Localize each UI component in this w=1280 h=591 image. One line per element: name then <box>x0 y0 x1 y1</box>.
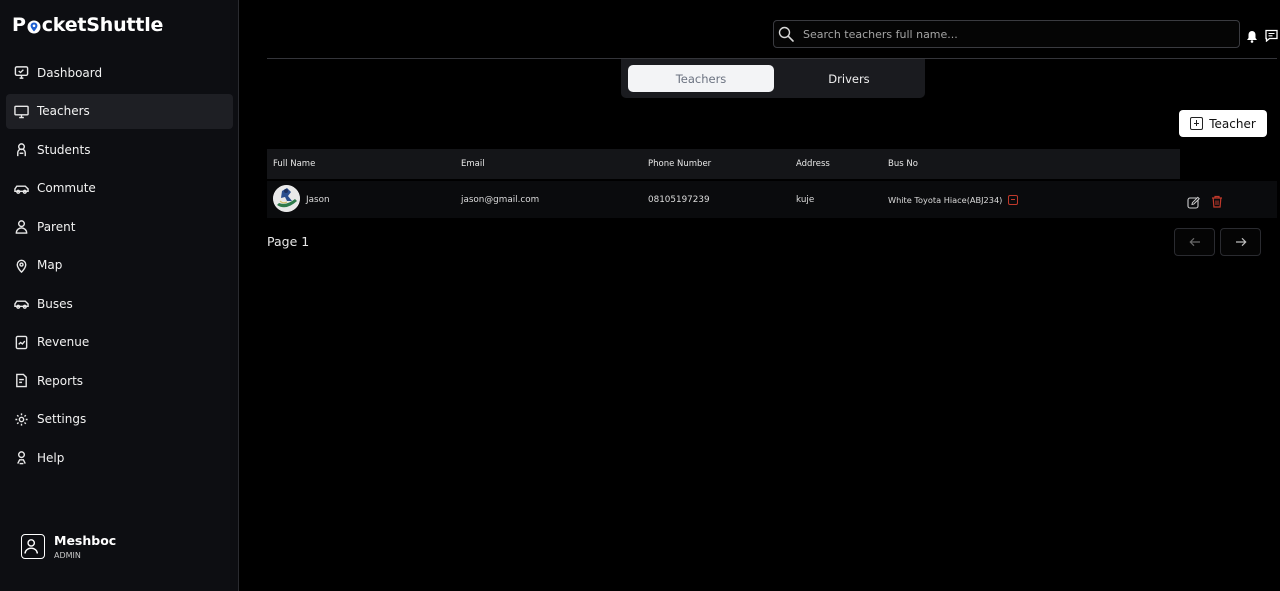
location-pin-logo-icon <box>27 18 41 34</box>
add-teacher-button[interactable]: Teacher <box>1179 110 1267 137</box>
column-header-bus-no: Bus No <box>888 159 918 169</box>
edit-icon[interactable] <box>1187 194 1200 209</box>
next-page-button[interactable] <box>1220 228 1261 256</box>
column-header-actions <box>1180 149 1277 179</box>
sidebar-item-label: Revenue <box>37 335 90 349</box>
map-pin-icon <box>13 257 29 273</box>
sidebar-item-label: Map <box>37 258 63 272</box>
search-input[interactable] <box>803 27 1239 41</box>
sidebar-item-label: Parent <box>37 219 76 234</box>
column-header-full-name: Full Name <box>273 159 316 169</box>
cell-full-name: Jason <box>306 195 330 205</box>
help-icon <box>13 450 29 466</box>
reports-icon <box>13 373 29 389</box>
column-header-address: Address <box>796 159 830 169</box>
message-icon[interactable] <box>1265 27 1278 43</box>
profile-name: Meshboc <box>54 533 117 548</box>
sidebar-item-label: Settings <box>37 412 87 426</box>
bus-no-text: White Toyota Hiace(ABJ234) <box>888 195 1003 205</box>
tab-teachers[interactable]: Teachers <box>628 65 774 92</box>
page-indicator: Page 1 <box>267 234 310 249</box>
sidebar-item-teachers[interactable]: Teachers <box>6 93 233 129</box>
sidebar-item-reports[interactable]: Reports <box>6 363 233 398</box>
arrow-left-icon <box>1188 237 1200 247</box>
table-row[interactable]: Jason jason@gmail.com 08105197239 kuje W… <box>267 181 1277 218</box>
sidebar: P cketShuttle Dashboard Teachers Student… <box>0 0 239 591</box>
tab-switcher: Teachers Drivers <box>621 59 925 98</box>
arrow-right-icon <box>1235 237 1247 247</box>
sidebar-item-label: Help <box>37 450 65 465</box>
sidebar-item-label: Commute <box>37 181 96 195</box>
plus-icon <box>1190 117 1204 130</box>
column-header-phone: Phone Number <box>648 159 712 169</box>
add-teacher-label: Teacher <box>1209 116 1256 131</box>
sidebar-nav: Dashboard Teachers Students Commute Pare… <box>6 55 233 479</box>
table-header: Full Name Email Phone Number Address Bus… <box>267 149 1277 179</box>
teacher-avatar <box>273 185 300 212</box>
previous-page-button[interactable] <box>1174 228 1215 256</box>
remove-bus-icon[interactable] <box>1008 194 1019 205</box>
cell-bus-no: White Toyota Hiace(ABJ234) <box>888 194 1019 206</box>
bell-icon[interactable] <box>1246 28 1258 43</box>
student-icon <box>13 142 29 158</box>
sidebar-item-label: Students <box>37 142 91 157</box>
cell-phone: 08105197239 <box>648 195 710 205</box>
sidebar-item-buses[interactable]: Buses <box>6 286 233 321</box>
brand-logo[interactable]: P cketShuttle <box>12 14 163 36</box>
trash-icon[interactable] <box>1211 193 1223 208</box>
sidebar-item-students[interactable]: Students <box>6 132 233 167</box>
user-profile[interactable]: Meshboc ADMIN <box>21 533 116 560</box>
sidebar-item-label: Teachers <box>37 104 90 118</box>
avatar-icon <box>21 534 45 559</box>
cell-email: jason@gmail.com <box>461 195 540 205</box>
sidebar-item-label: Buses <box>37 296 73 311</box>
sidebar-item-parent[interactable]: Parent <box>6 209 233 244</box>
sidebar-item-label: Reports <box>37 373 84 388</box>
column-header-email: Email <box>461 159 485 169</box>
sidebar-item-map[interactable]: Map <box>6 248 233 283</box>
tab-drivers[interactable]: Drivers <box>776 65 922 92</box>
brand-text-start: P <box>12 14 26 36</box>
sidebar-item-commute[interactable]: Commute <box>6 171 233 206</box>
gear-icon <box>13 411 29 427</box>
revenue-icon <box>13 334 29 350</box>
search-icon <box>777 25 795 43</box>
screen-icon <box>13 103 29 119</box>
person-icon <box>13 219 29 235</box>
cell-address: kuje <box>796 195 815 205</box>
sidebar-item-label: Dashboard <box>37 65 103 80</box>
car-icon <box>13 180 29 196</box>
sidebar-item-settings[interactable]: Settings <box>6 402 233 437</box>
search-bar <box>773 20 1240 48</box>
brand-text-end: cketShuttle <box>41 14 164 36</box>
profile-role: ADMIN <box>54 551 81 560</box>
sidebar-item-help[interactable]: Help <box>6 440 233 475</box>
monitor-icon <box>13 65 29 81</box>
bus-icon <box>13 296 29 312</box>
sidebar-item-dashboard[interactable]: Dashboard <box>6 55 233 90</box>
sidebar-item-revenue[interactable]: Revenue <box>6 325 233 360</box>
